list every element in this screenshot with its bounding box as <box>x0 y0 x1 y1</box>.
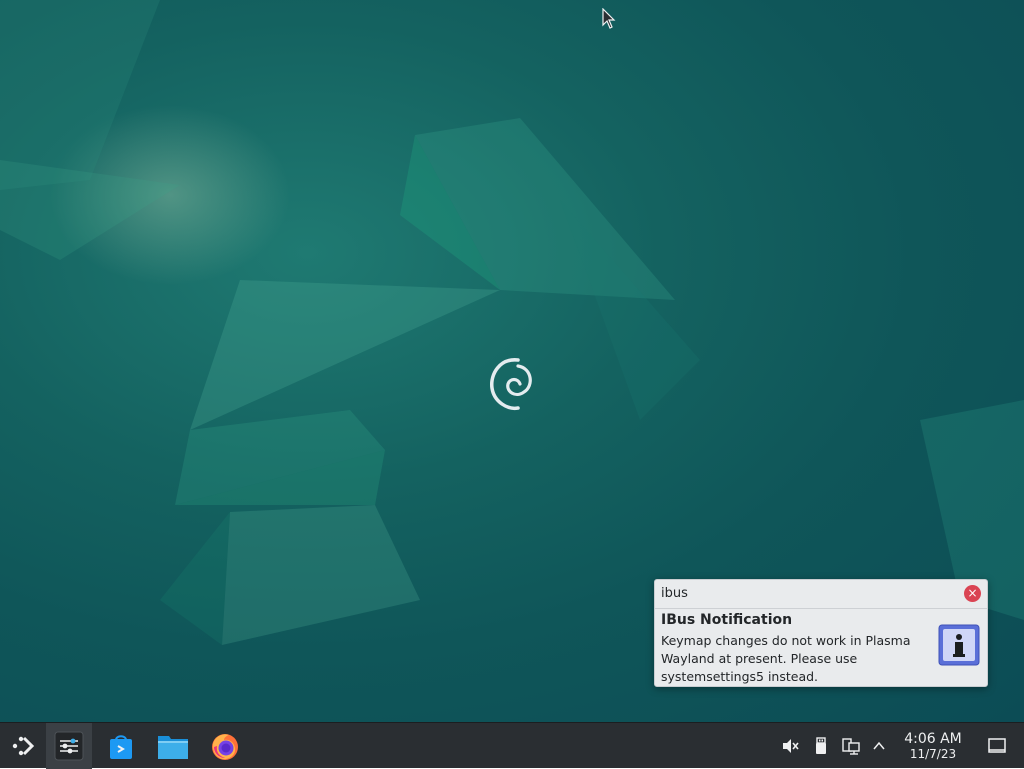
taskbar-item-discover[interactable] <box>98 723 144 769</box>
clock-time: 4:06 AM <box>904 731 962 747</box>
tray-volume[interactable] <box>779 735 801 757</box>
notification-body: Keymap changes do not work in Plasma Way… <box>661 633 911 684</box>
tray-network[interactable] <box>840 735 862 757</box>
taskbar-item-system-settings[interactable] <box>46 723 92 769</box>
show-desktop-button[interactable] <box>986 735 1008 757</box>
taskbar-panel: 4:06 AM 11/7/23 <box>0 722 1024 769</box>
taskbar-item-firefox[interactable] <box>202 723 248 769</box>
notification-title: IBus Notification <box>661 612 793 628</box>
tray-expand-button[interactable] <box>868 735 890 757</box>
notification-popup[interactable]: ibus × IBus Notification Keymap changes … <box>654 579 988 687</box>
application-launcher-icon <box>12 736 35 756</box>
tray-removable-devices[interactable] <box>810 735 832 757</box>
sliders-icon <box>54 731 84 761</box>
show-desktop-icon <box>988 738 1006 753</box>
network-wired-icon <box>842 738 860 755</box>
notification-close-button[interactable]: × <box>964 585 981 602</box>
store-bag-icon <box>110 735 132 759</box>
firefox-icon <box>212 734 238 760</box>
clock-date: 11/7/23 <box>909 747 957 761</box>
info-icon <box>938 624 980 666</box>
taskbar-item-file-manager[interactable] <box>150 723 196 769</box>
notification-app-name: ibus <box>661 586 688 601</box>
desktop[interactable]: ibus × IBus Notification Keymap changes … <box>0 0 1024 722</box>
usb-drive-icon <box>816 737 826 754</box>
chevron-up-icon <box>873 741 885 750</box>
mouse-cursor-icon <box>602 8 616 29</box>
volume-muted-icon <box>783 739 799 753</box>
digital-clock[interactable]: 4:06 AM 11/7/23 <box>898 731 968 761</box>
application-launcher-button[interactable] <box>0 723 46 769</box>
notification-header: ibus × <box>655 580 987 609</box>
folder-icon <box>158 736 188 759</box>
debian-swirl-logo <box>490 358 532 411</box>
